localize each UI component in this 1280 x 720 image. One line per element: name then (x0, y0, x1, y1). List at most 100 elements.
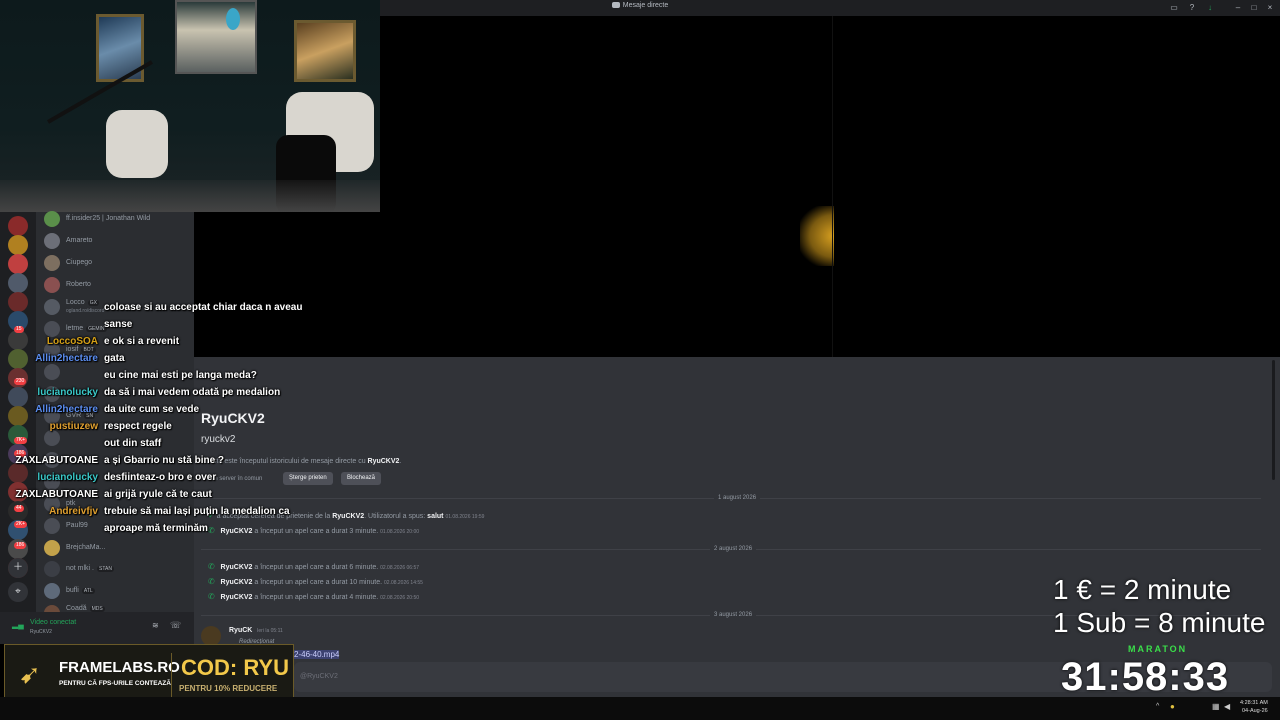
chat-username: Allin2hectare (35, 404, 98, 415)
composer-placeholder: @RyuCKV2 (300, 673, 338, 680)
tray-app-icon[interactable]: ● (1170, 702, 1175, 711)
download-icon[interactable]: ↓ (1205, 3, 1215, 13)
noise-suppression-icon[interactable]: ≋ (152, 621, 159, 630)
remove-friend-button[interactable]: Șterge prieten (283, 472, 333, 485)
stream-chat-message: LoccoSOA e ok si a revenit (47, 336, 179, 347)
member-item[interactable]: BrejchaMa... (44, 538, 192, 558)
chat-text: out din staff (104, 438, 162, 449)
disconnect-icon[interactable]: ☏ (170, 620, 181, 631)
avatar (44, 232, 60, 249)
call-message: ✆ RyuCKV2 a început un apel care a durat… (208, 526, 420, 535)
chat-scrollbar[interactable] (1272, 360, 1275, 480)
call-message: ✆ RyuCKV2 a început un apel care a durat… (208, 592, 420, 601)
avatar (44, 561, 60, 578)
sponsor-brand: FRAMELABS.RO (59, 659, 180, 676)
chat-username: ZAXLABUTOANE (15, 489, 98, 500)
stream-chat-message: lucianolucky da să i mai vedem odată pe m… (37, 387, 281, 398)
close-icon[interactable]: × (1265, 3, 1275, 13)
stream-chat-message: Allin2hectare gata (35, 353, 125, 364)
member-name: not mlki . STAN (66, 565, 114, 573)
stream-chat-message: coloase si au acceptat chiar daca n avea… (104, 302, 302, 313)
marathon-label: MARATON (1128, 644, 1188, 654)
clock-time[interactable]: 4:28:31 AM (1240, 700, 1268, 706)
member-item[interactable]: ff.insider25 | Jonathan Wild (44, 209, 192, 229)
volume-icon[interactable]: ◀ (1224, 702, 1230, 711)
member-name: Paul99 (66, 521, 88, 529)
member-name: bufli ATL (66, 587, 95, 595)
server-icon[interactable] (8, 349, 28, 369)
chat-text: a și Gbarrio nu stă bine ? (104, 455, 225, 466)
chat-text: da uite cum se vede (104, 404, 200, 415)
member-name: ff.insider25 | Jonathan Wild (66, 215, 151, 222)
date-divider: 1 august 2026 (714, 495, 761, 501)
signal-icon: ▂▄ (12, 620, 24, 629)
server-icon[interactable] (8, 235, 28, 255)
notification-badge: 7K+ (14, 437, 28, 444)
network-icon[interactable]: ▦ (1212, 702, 1220, 711)
member-item[interactable]: Ciupego (44, 253, 192, 273)
attachment-link[interactable]: 2-46-40.mp4 (294, 650, 340, 659)
chat-text: da să i mai vedem odată pe medalion (104, 387, 281, 398)
member-status: ogland.ro/discord (66, 307, 105, 314)
chat-username: pustiuzew (49, 421, 98, 432)
video-participant-glow (800, 206, 834, 266)
phone-icon: ✆ (208, 526, 215, 535)
server-icon[interactable] (8, 292, 28, 312)
chat-text: gata (104, 353, 125, 364)
help-icon[interactable]: ? (1187, 3, 1197, 13)
stream-chat-message: ZAXLABUTOANE ai grijă ryule că te caut (15, 489, 212, 500)
add-server-icon[interactable]: ＋ (8, 558, 28, 578)
video-call-area (380, 16, 1280, 357)
maximize-icon[interactable]: □ (1249, 3, 1259, 13)
server-icon[interactable] (8, 254, 28, 274)
server-icon[interactable] (8, 463, 28, 483)
block-button[interactable]: Blochează (341, 472, 382, 485)
server-icon[interactable] (8, 216, 28, 236)
stream-chat-message: eu cine mai esti pe langa meda? (104, 370, 257, 381)
stream-chat-message: sanse (104, 319, 132, 330)
member-item[interactable]: Roberto (44, 275, 192, 295)
avatar (44, 583, 60, 600)
message-author[interactable]: RyuCK (229, 627, 252, 634)
avatar (44, 539, 60, 556)
chat-username: ZAXLABUTOANE (15, 455, 98, 466)
inbox-icon[interactable]: ▭ (1169, 3, 1179, 13)
server-icon[interactable] (8, 406, 28, 426)
server-rail: 15 230 7K+ 186 44 2K+ 186 ＋ ⌖ (0, 212, 36, 644)
member-item[interactable]: not mlki . STAN (44, 559, 192, 579)
marathon-rate-sub: 1 Sub = 8 minute (1053, 607, 1266, 638)
avatar (44, 320, 60, 337)
avatar (44, 430, 60, 446)
sponsor-tagline: PENTRU CĂ FPS-URILE CONTEAZĂ (59, 680, 171, 687)
chat-text: aproape mă terminăm (104, 523, 208, 534)
member-name: BrejchaMa... (66, 543, 106, 551)
server-icon[interactable] (8, 330, 28, 350)
chat-text: sanse (104, 319, 133, 330)
chevron-up-icon[interactable]: ^ (1156, 703, 1159, 710)
notification-badge: 186 (14, 542, 27, 549)
discover-icon[interactable]: ⌖ (8, 582, 28, 602)
stream-chat-message: pustiuzew respect regele (50, 421, 172, 432)
marathon-timer: 31:58:33 (1061, 655, 1230, 699)
member-name: letme GEMIN (66, 324, 107, 332)
minimize-icon[interactable]: – (1233, 3, 1243, 13)
server-icon[interactable] (8, 387, 28, 407)
avatar (44, 517, 60, 534)
avatar[interactable] (201, 626, 221, 646)
phone-icon: ✆ (208, 562, 215, 571)
member-item[interactable]: Amareto (44, 231, 192, 251)
clock-date[interactable]: 04-Aug-26 (1242, 708, 1268, 714)
chat-username: lucianolucky (37, 472, 98, 483)
avatar (44, 364, 60, 381)
server-icon[interactable] (8, 273, 28, 293)
chat-text: ai grijă ryule că te caut (104, 489, 212, 500)
member-item[interactable]: bufli ATL (44, 581, 192, 601)
profile-display-name: RyuCKV2 (201, 410, 265, 426)
chat-username: lucianolucky (37, 387, 98, 398)
stream-chat-message: aproape mă terminăm (104, 523, 208, 534)
figurine (226, 8, 240, 30)
chat-username: Allin2hectare (35, 353, 98, 364)
date-divider: 3 august 2026 (710, 612, 757, 618)
rocket-icon: ➹ (19, 659, 41, 689)
chat-text: eu cine mai esti pe langa meda? (104, 370, 257, 381)
